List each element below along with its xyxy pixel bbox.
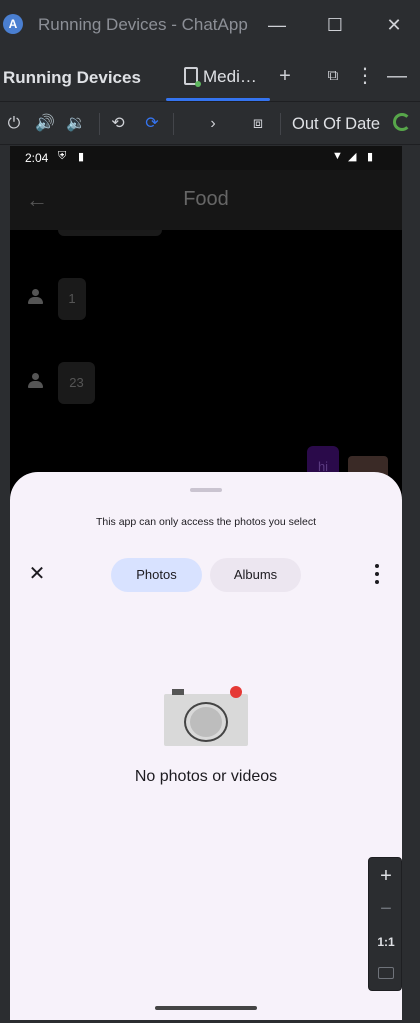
tab-photos[interactable]: Photos: [111, 558, 202, 592]
status-text: Out Of Date: [292, 115, 381, 133]
refresh-icon[interactable]: [393, 113, 411, 131]
sd-card-icon: ▮: [78, 151, 85, 163]
tab-media-label: Medi…: [203, 67, 257, 86]
panel-title: Running Devices: [3, 68, 141, 87]
shield-icon: ⛨: [58, 150, 67, 162]
more-icon[interactable]: ⋮: [352, 63, 378, 89]
volume-up-icon[interactable]: 🔊: [33, 112, 57, 136]
window-titlebar: A Running Devices - ChatApp — ☐ ✕: [0, 0, 420, 50]
photo-picker-sheet: This app can only access the photos you …: [10, 472, 402, 1020]
zoom-in-button[interactable]: +: [369, 862, 403, 890]
app-logo-icon: A: [3, 14, 23, 34]
fit-screen-icon[interactable]: [378, 967, 394, 979]
camera-illustration-icon: [164, 686, 248, 746]
rotate-left-icon[interactable]: ⟲: [106, 112, 130, 136]
status-time: 2:04: [25, 151, 49, 165]
zoom-out-button[interactable]: −: [369, 895, 403, 923]
device-tab-icon: [184, 67, 201, 87]
message-bubble: [58, 230, 162, 236]
toolbar-divider: [99, 113, 100, 135]
tab-media[interactable]: Medi…: [184, 63, 270, 93]
actual-size-button[interactable]: 1:1: [369, 928, 403, 956]
volume-down-icon[interactable]: 🔉: [64, 112, 88, 136]
message-bubble: 23: [58, 362, 95, 404]
gesture-navbar[interactable]: [155, 1006, 257, 1010]
chevron-right-icon[interactable]: ›: [201, 112, 225, 136]
minimize-icon[interactable]: —: [262, 10, 292, 40]
drag-handle[interactable]: [190, 488, 222, 492]
window-title: Running Devices - ChatApp: [38, 15, 248, 34]
power-icon[interactable]: ⏻: [2, 112, 26, 136]
emulator-toolbar: ⏻ 🔊 🔉 ⟲ ⟳ › ⧈ Out Of Date: [0, 103, 420, 145]
rotate-right-icon[interactable]: ⟳: [140, 112, 164, 136]
signal-icon: ◢: [348, 151, 357, 163]
tab-albums[interactable]: Albums: [210, 558, 301, 592]
plus-icon[interactable]: +: [272, 63, 298, 89]
access-notice: This app can only access the photos you …: [95, 516, 317, 528]
toolbar-divider: [280, 113, 281, 135]
overflow-menu-icon[interactable]: [371, 562, 383, 586]
minus-icon[interactable]: —: [384, 63, 410, 89]
close-picker-icon[interactable]: ✕: [25, 562, 49, 586]
close-icon[interactable]: ✕: [379, 10, 409, 40]
wifi-icon: ▼: [332, 150, 343, 162]
chat-title: Food: [183, 188, 229, 210]
collapse-icon[interactable]: ⧉: [320, 63, 346, 89]
maximize-icon[interactable]: ☐: [320, 10, 350, 40]
android-statusbar: 2:04 ⛨ ▮ ▼ ◢ ▮: [10, 146, 402, 170]
app-bar: ← Food: [10, 170, 402, 230]
person-icon: [27, 372, 45, 390]
device-screen[interactable]: 2:04 ⛨ ▮ ▼ ◢ ▮ ← Food 1 23 hi This app c…: [10, 146, 402, 1020]
battery-icon: ▮: [367, 151, 374, 163]
tab-active-indicator: [166, 98, 270, 101]
zoom-controls: + − 1:1: [368, 857, 402, 991]
message-bubble: 1: [58, 278, 86, 320]
empty-state-text: No photos or videos: [134, 768, 278, 785]
person-icon: [27, 288, 45, 306]
screenshot-icon[interactable]: ⧈: [246, 112, 270, 136]
toolbar-divider: [173, 113, 174, 135]
